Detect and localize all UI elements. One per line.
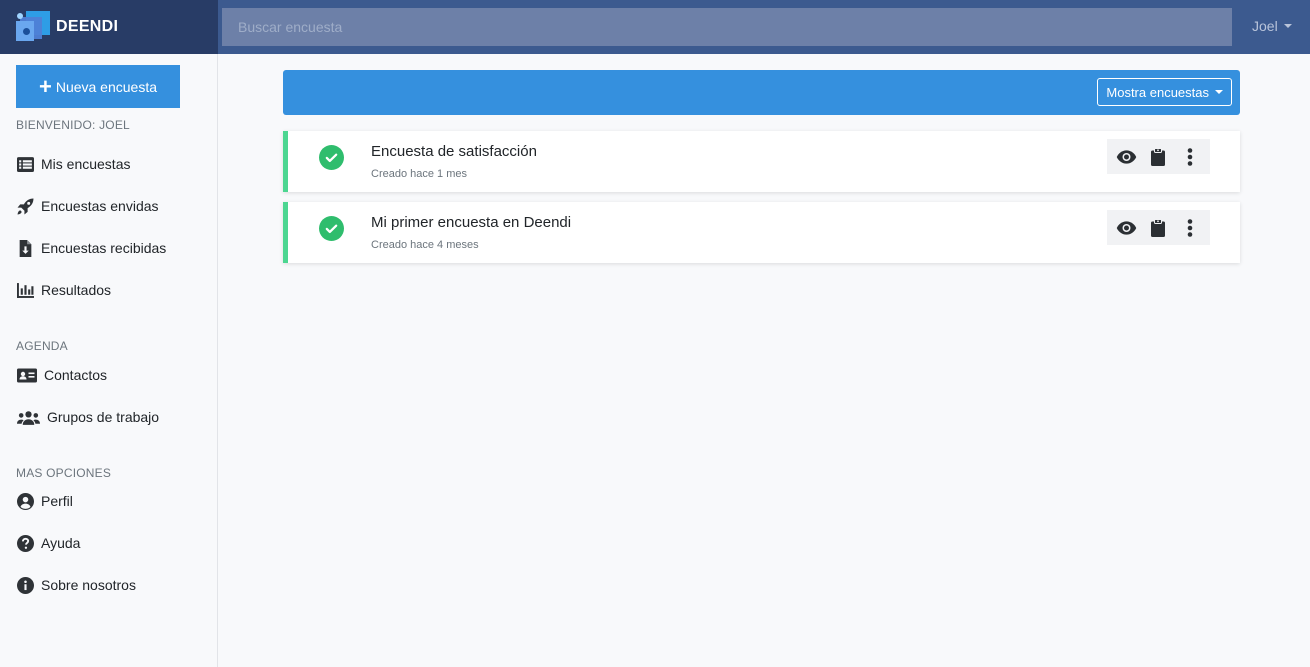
- more-vertical-icon[interactable]: [1177, 215, 1203, 241]
- more-vertical-icon[interactable]: [1177, 144, 1203, 170]
- more-options-label: MAS OPCIONES: [16, 466, 112, 480]
- survey-card[interactable]: Encuesta de satisfacción Creado hace 1 m…: [283, 131, 1240, 192]
- clipboard-icon[interactable]: [1145, 215, 1171, 241]
- sidebar-item-ayuda[interactable]: Ayuda: [16, 531, 80, 555]
- sidebar-item-contactos[interactable]: Contactos: [16, 363, 107, 387]
- chart-bar-icon: [16, 281, 34, 299]
- survey-created: Creado hace 4 meses: [371, 239, 479, 251]
- check-circle-icon: [319, 145, 344, 170]
- eye-icon[interactable]: [1114, 215, 1140, 241]
- survey-actions: [1107, 210, 1210, 245]
- sidebar-item-label: Resultados: [41, 282, 112, 298]
- sidebar-item-encuestas-envidas[interactable]: Encuestas envidas: [16, 194, 159, 218]
- surveys-header-banner: Mostra encuestas: [283, 70, 1240, 115]
- caret-down-icon: [1215, 90, 1223, 94]
- clipboard-icon[interactable]: [1145, 144, 1171, 170]
- user-menu[interactable]: Joel: [1252, 18, 1292, 34]
- sidebar-item-label: Encuestas recibidas: [41, 240, 167, 256]
- list-icon: [16, 155, 34, 173]
- user-circle-icon: [16, 492, 34, 510]
- sidebar-item-grupos-de-trabajo[interactable]: Grupos de trabajo: [16, 405, 159, 429]
- id-card-icon: [16, 366, 37, 384]
- eye-icon[interactable]: [1114, 144, 1140, 170]
- agenda-label: AGENDA: [16, 339, 68, 353]
- survey-card[interactable]: Mi primer encuesta en Deendi Creado hace…: [283, 202, 1240, 263]
- question-circle-icon: [16, 534, 34, 552]
- brand-logo: [16, 11, 52, 43]
- sidebar-item-perfil[interactable]: Perfil: [16, 489, 73, 513]
- brand-name: DEENDI: [56, 18, 119, 35]
- caret-down-icon: [1283, 24, 1292, 28]
- user-name: Joel: [1252, 18, 1278, 34]
- survey-title[interactable]: Encuesta de satisfacción: [371, 143, 537, 160]
- show-surveys-label: Mostra encuestas: [1106, 84, 1209, 100]
- sidebar: + Nueva encuesta BIENVENIDO: JOEL Mis en…: [0, 54, 218, 667]
- sidebar-item-encuestas-recibidas[interactable]: Encuestas recibidas: [16, 236, 166, 260]
- sidebar-item-label: Encuestas envidas: [41, 198, 159, 214]
- sidebar-item-resultados[interactable]: Resultados: [16, 278, 111, 302]
- search-input[interactable]: [222, 8, 1232, 46]
- sidebar-item-label: Sobre nosotros: [41, 577, 136, 593]
- sidebar-item-label: Mis encuestas: [41, 156, 131, 172]
- sidebar-item-label: Grupos de trabajo: [47, 409, 160, 425]
- sidebar-item-label: Perfil: [41, 493, 73, 509]
- sidebar-item-label: Ayuda: [41, 535, 81, 551]
- users-icon: [16, 408, 40, 426]
- welcome-label: BIENVENIDO: JOEL: [16, 118, 130, 132]
- sidebar-item-sobre-nosotros[interactable]: Sobre nosotros: [16, 573, 136, 597]
- brand[interactable]: DEENDI: [0, 0, 218, 54]
- new-survey-label: Nueva encuesta: [55, 78, 158, 95]
- info-circle-icon: [16, 576, 34, 594]
- survey-actions: [1107, 139, 1210, 174]
- survey-created: Creado hace 1 mes: [371, 168, 467, 180]
- plus-icon: +: [38, 73, 52, 99]
- survey-title[interactable]: Mi primer encuesta en Deendi: [371, 214, 571, 231]
- sidebar-item-label: Contactos: [44, 367, 108, 383]
- sidebar-item-mis-encuestas[interactable]: Mis encuestas: [16, 152, 130, 176]
- top-navbar: DEENDI Joel: [0, 0, 1310, 54]
- rocket-icon: [16, 197, 34, 215]
- show-surveys-dropdown[interactable]: Mostra encuestas: [1097, 78, 1232, 106]
- new-survey-button[interactable]: + Nueva encuesta: [16, 65, 180, 108]
- file-download-icon: [16, 239, 34, 257]
- check-circle-icon: [319, 216, 344, 241]
